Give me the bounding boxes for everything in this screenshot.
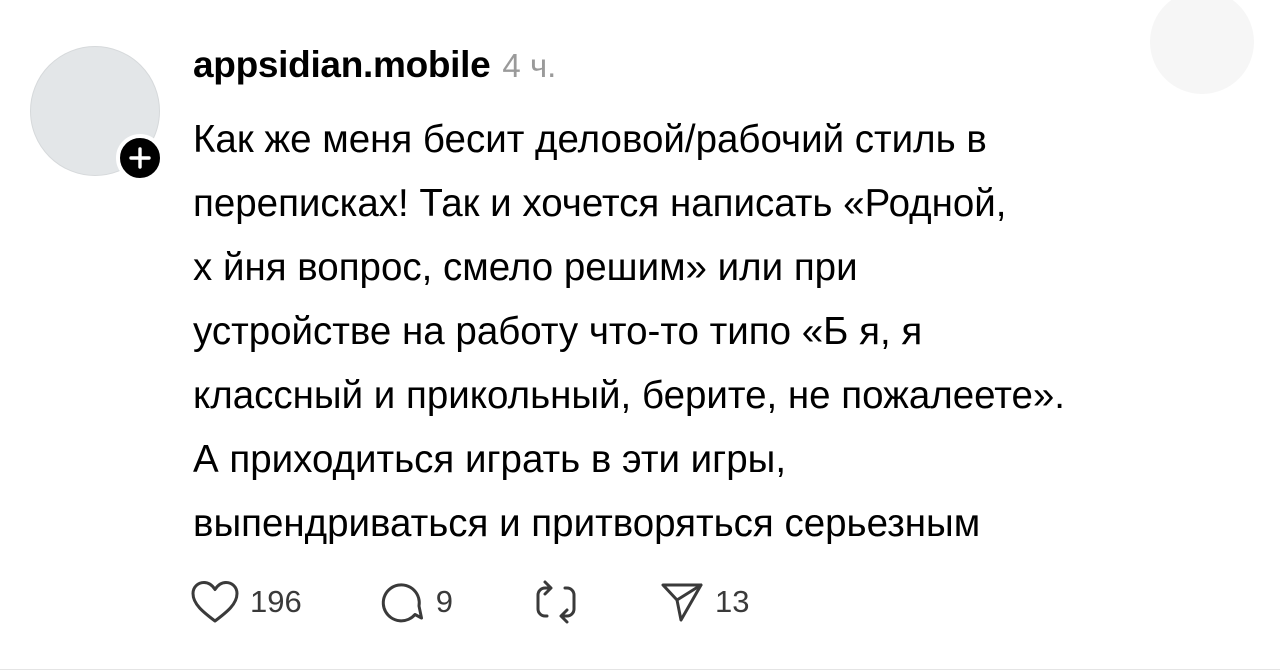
more-options-button[interactable] [1150, 0, 1254, 94]
repost-button[interactable] [533, 572, 579, 632]
post-header: appsidian.mobile 4 ч. [193, 44, 556, 94]
like-count: 196 [250, 584, 302, 619]
thread-post: appsidian.mobile 4 ч. Как же меня бесит … [0, 0, 1280, 672]
share-count: 13 [714, 584, 750, 619]
repost-icon [536, 580, 576, 624]
post-text: Как же меня бесит деловой/рабочий стиль … [193, 108, 1263, 556]
plus-icon [129, 147, 151, 169]
timestamp: 4 ч. [502, 47, 557, 84]
share-button[interactable]: 13 [659, 572, 749, 632]
post-divider [0, 669, 1280, 670]
username[interactable]: appsidian.mobile [193, 44, 491, 86]
comment-bubble-icon [381, 583, 423, 623]
follow-button[interactable] [116, 134, 164, 182]
post-text-line: х йня вопрос, смело решим» или при [193, 246, 858, 289]
reply-button[interactable]: 9 [378, 572, 453, 632]
post-text-line: устройстве на работу что-то типо «Б я, я [193, 310, 923, 353]
post-text-line: переписках! Так и хочется написать «Родн… [193, 182, 1007, 225]
reply-count: 9 [435, 584, 453, 619]
like-button[interactable]: 196 [190, 572, 302, 632]
post-text-line: выпендриваться и притворяться серьезным [193, 502, 981, 545]
post-actions: 196 9 13 [190, 572, 749, 632]
post-text-line: классный и прикольный, берите, не пожале… [193, 374, 1066, 417]
heart-icon [191, 581, 239, 623]
post-text-line: А приходиться играть в эти игры, [193, 438, 787, 481]
send-icon [661, 583, 703, 622]
post-text-line: Как же меня бесит деловой/рабочий стиль … [193, 118, 987, 161]
